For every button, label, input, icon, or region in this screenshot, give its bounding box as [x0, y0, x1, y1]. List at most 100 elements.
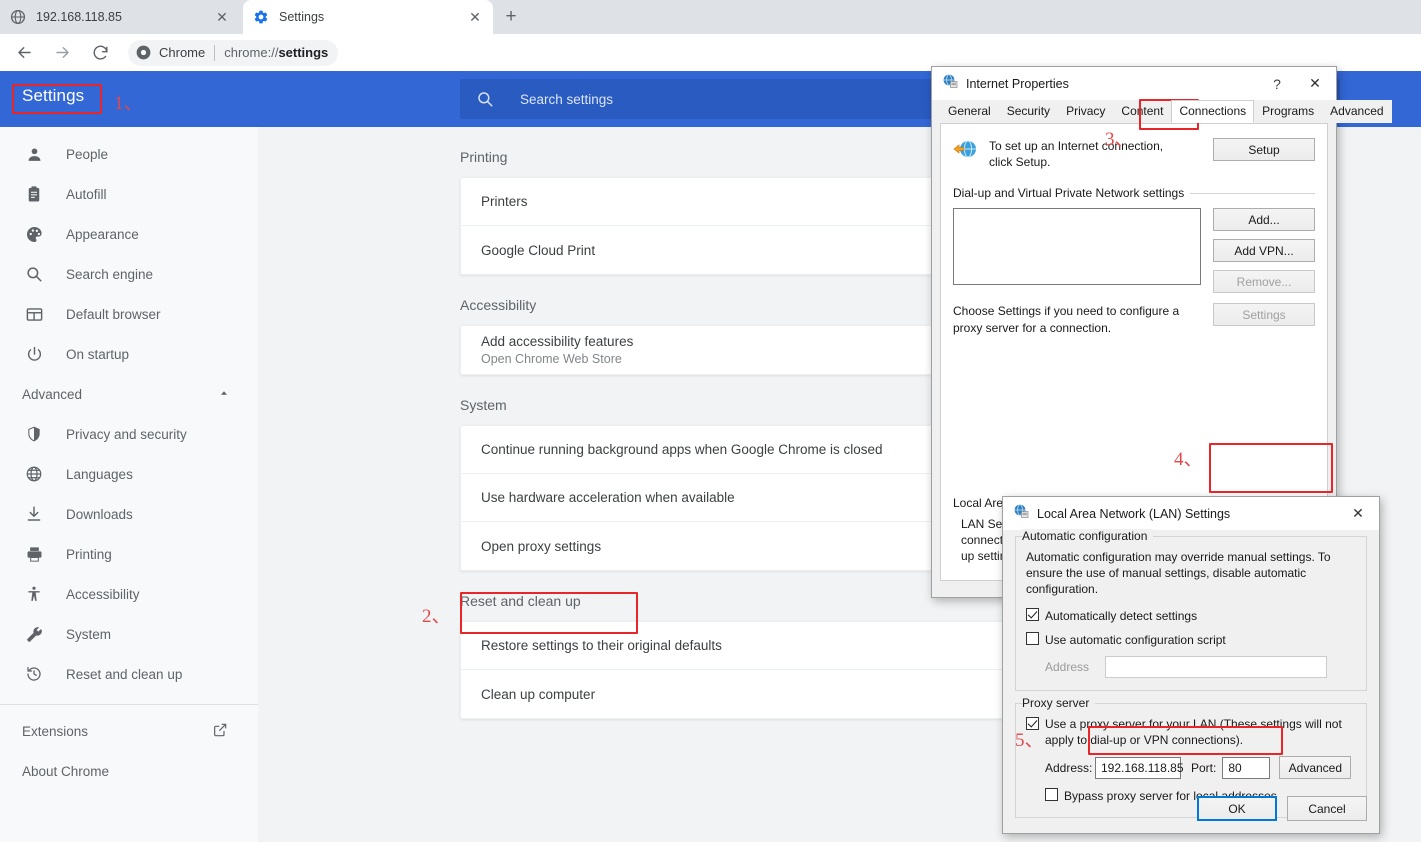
sidebar-item-system[interactable]: System	[0, 614, 258, 654]
tab-privacy[interactable]: Privacy	[1058, 100, 1113, 123]
page-title: Settings	[22, 86, 84, 106]
sidebar-item-downloads[interactable]: Downloads	[0, 494, 258, 534]
sidebar-item-printing[interactable]: Printing	[0, 534, 258, 574]
checkbox-icon	[1026, 608, 1039, 621]
power-icon	[24, 344, 44, 364]
dialup-group-label: Dial-up and Virtual Private Network sett…	[953, 186, 1190, 200]
wrench-icon	[24, 624, 44, 644]
ok-button[interactable]: OK	[1197, 796, 1277, 821]
annotation-number-4: 4、	[1174, 444, 1203, 471]
sidebar-item-label: Reset and clean up	[66, 667, 182, 682]
forward-icon[interactable]	[48, 39, 76, 67]
use-automatic-configuration-script-checkbox[interactable]: Use automatic configuration script	[1026, 632, 1356, 648]
choose-settings-description: Choose Settings if you need to configure…	[953, 303, 1201, 335]
sidebar-item-extensions[interactable]: Extensions	[0, 711, 258, 751]
reload-icon[interactable]	[86, 39, 114, 67]
internet-properties-icon	[942, 73, 958, 94]
lan-settings-icon	[1013, 503, 1029, 524]
palette-icon	[24, 224, 44, 244]
sidebar-item-label: About Chrome	[22, 764, 109, 779]
add-button[interactable]: Add...	[1213, 208, 1315, 231]
gear-icon	[253, 9, 269, 25]
sidebar-item-people[interactable]: People	[0, 134, 258, 174]
printer-icon	[24, 544, 44, 564]
sidebar-group-advanced[interactable]: Advanced	[0, 374, 258, 414]
annotation-number-3: 3、	[1105, 124, 1134, 151]
person-icon	[24, 144, 44, 164]
checkbox-icon	[1045, 788, 1058, 801]
globe-icon	[10, 9, 26, 25]
sidebar-item-label: System	[66, 627, 111, 642]
omnibox-pill[interactable]: Chrome chrome://settings	[128, 40, 338, 66]
sidebar-item-autofill[interactable]: Autofill	[0, 174, 258, 214]
help-icon[interactable]: ?	[1260, 67, 1294, 100]
close-icon[interactable]: ✕	[1337, 497, 1379, 530]
tab-general[interactable]: General	[940, 100, 999, 123]
search-icon	[24, 264, 44, 284]
tab-advanced[interactable]: Advanced	[1322, 100, 1391, 123]
setup-button[interactable]: Setup	[1213, 138, 1315, 161]
clipboard-icon	[24, 184, 44, 204]
browser-tab-2[interactable]: Settings ✕	[243, 0, 493, 34]
sidebar-item-default-browser[interactable]: Default browser	[0, 294, 258, 334]
lan-settings-dialog: Local Area Network (LAN) Settings ✕ Auto…	[1002, 496, 1380, 834]
close-icon[interactable]: ✕	[1294, 67, 1336, 100]
sidebar-item-reset-and-clean-up[interactable]: Reset and clean up	[0, 654, 258, 694]
new-tab-button[interactable]: +	[500, 7, 522, 29]
sidebar-item-search-engine[interactable]: Search engine	[0, 254, 258, 294]
internet-connection-icon	[953, 138, 979, 162]
auto-config-description: Automatic configuration may override man…	[1026, 549, 1356, 598]
tab-programs[interactable]: Programs	[1254, 100, 1322, 123]
automatically-detect-settings-checkbox[interactable]: Automatically detect settings	[1026, 608, 1356, 624]
proxy-address-label: Address:	[1045, 760, 1095, 776]
shield-icon	[24, 424, 44, 444]
close-icon[interactable]: ✕	[214, 9, 230, 25]
annotation-number-2: 2、	[422, 601, 451, 628]
browser-tabstrip: 192.168.118.85 ✕ Settings ✕ +	[0, 0, 1421, 34]
sidebar-item-privacy-and-security[interactable]: Privacy and security	[0, 414, 258, 454]
back-icon[interactable]	[10, 39, 38, 67]
chevron-up-icon	[218, 387, 230, 402]
sidebar-item-accessibility[interactable]: Accessibility	[0, 574, 258, 614]
sidebar-item-label: Printing	[66, 547, 112, 562]
sidebar-item-appearance[interactable]: Appearance	[0, 214, 258, 254]
proxy-address-field[interactable]: 192.168.118.85	[1095, 757, 1181, 779]
browser-tab-1[interactable]: 192.168.118.85 ✕	[0, 0, 240, 34]
checkbox-icon	[1026, 632, 1039, 645]
settings-button: Settings	[1213, 303, 1315, 326]
tab-security[interactable]: Security	[999, 100, 1058, 123]
proxy-server-group-label: Proxy server	[1022, 696, 1095, 710]
sidebar-item-on-startup[interactable]: On startup	[0, 334, 258, 374]
search-icon	[476, 90, 494, 108]
settings-sidebar: People Autofill Appearance Search engine…	[0, 127, 258, 842]
browser-tab-title: Settings	[279, 10, 467, 24]
dialog-titlebar: Local Area Network (LAN) Settings ✕	[1003, 497, 1379, 530]
history-icon	[24, 664, 44, 684]
advanced-button[interactable]: Advanced	[1279, 756, 1351, 779]
checkbox-label: Automatically detect settings	[1045, 608, 1197, 624]
sidebar-item-label: Languages	[66, 467, 133, 482]
sidebar-item-label: Appearance	[66, 227, 139, 242]
sidebar-item-label: On startup	[66, 347, 129, 362]
sidebar-item-label: Default browser	[66, 307, 161, 322]
add-vpn-button[interactable]: Add VPN...	[1213, 239, 1315, 262]
sidebar-item-label: Search engine	[66, 267, 153, 282]
sidebar-divider	[0, 704, 258, 705]
tab-content[interactable]: Content	[1113, 100, 1171, 123]
connections-tab[interactable]: Connections	[1171, 100, 1254, 123]
use-proxy-server-checkbox[interactable]: Use a proxy server for your LAN (These s…	[1026, 716, 1356, 748]
proxy-port-field[interactable]: 80	[1222, 757, 1270, 779]
annotation-number-5: 5、	[1015, 725, 1044, 752]
script-address-input[interactable]	[1105, 656, 1327, 678]
address-bar[interactable]: Chrome chrome://settings	[128, 40, 1409, 66]
close-icon[interactable]: ✕	[467, 9, 483, 25]
dialog-window-buttons: ✕	[1337, 497, 1379, 530]
dialup-connections-list[interactable]	[953, 208, 1201, 285]
omnibox-divider	[214, 45, 215, 61]
sidebar-item-languages[interactable]: Languages	[0, 454, 258, 494]
annotation-number-1: 1、	[114, 88, 143, 115]
sidebar-item-label: Autofill	[66, 187, 107, 202]
cancel-button[interactable]: Cancel	[1287, 796, 1367, 821]
sidebar-group-label: Advanced	[22, 387, 82, 402]
sidebar-item-about-chrome[interactable]: About Chrome	[0, 751, 258, 791]
